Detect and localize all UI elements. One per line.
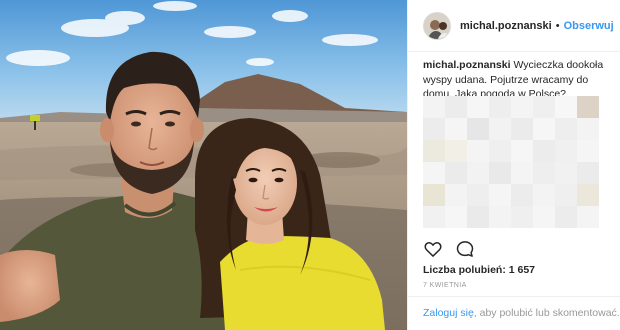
header-username[interactable]: michal.poznanski	[460, 20, 552, 32]
likes-count[interactable]: Liczba polubień: 1 657	[423, 264, 535, 276]
blurred-comments-area	[423, 96, 620, 236]
login-prompt-text: , aby polubić lub skomentować.	[473, 307, 620, 319]
follow-button[interactable]: Obserwuj	[564, 20, 614, 32]
avatar[interactable]	[423, 11, 451, 40]
speech-bubble-icon[interactable]	[455, 239, 475, 259]
pixelated-comments	[423, 96, 620, 228]
login-prompt: Zaloguj się, aby polubić lub skomentować…	[408, 296, 620, 330]
post-side-panel: michal.poznanski • Obserwuj michal.pozna…	[407, 0, 620, 330]
header-separator: •	[555, 19, 560, 32]
login-link[interactable]: Zaloguj się	[423, 307, 474, 319]
post-header: michal.poznanski • Obserwuj	[408, 0, 620, 52]
post-actions	[423, 238, 487, 260]
avatar-image	[424, 12, 450, 39]
heart-outline-icon[interactable]	[423, 239, 443, 259]
caption-username[interactable]: michal.poznanski	[423, 59, 511, 71]
post-caption: michal.poznanski Wycieczka dookoła wyspy…	[423, 58, 613, 102]
post-photo	[0, 0, 407, 330]
photo-illustration	[0, 0, 407, 330]
post-date[interactable]: 7 KWIETNIA	[423, 282, 467, 289]
